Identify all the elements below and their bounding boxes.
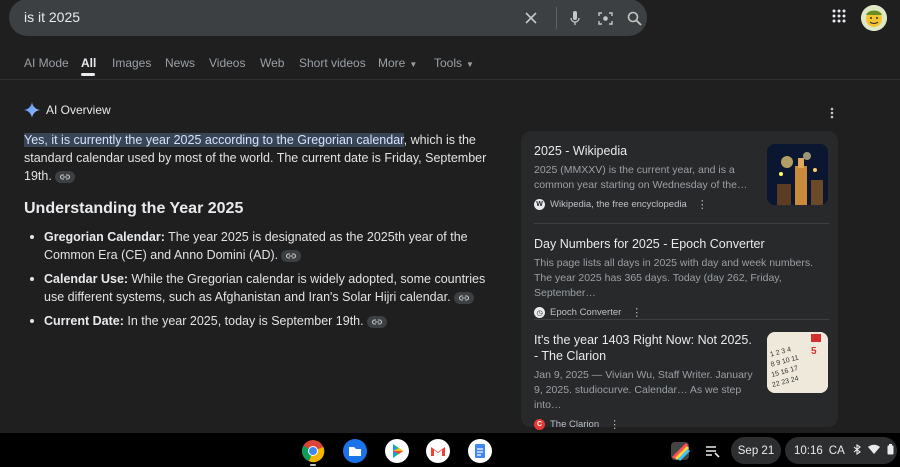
tab-more-label: More bbox=[378, 56, 406, 70]
source-card-wikipedia[interactable]: 2025 - Wikipedia 2025 (MMXXV) is the cur… bbox=[534, 143, 749, 211]
source-site: W Wikipedia, the free encyclopedia ⋮ bbox=[534, 198, 749, 211]
citation-link-chip[interactable] bbox=[453, 291, 474, 304]
list-item: Calendar Use: While the Gregorian calend… bbox=[30, 270, 490, 306]
ai-answer-text: Yes, it is currently the year 2025 accor… bbox=[24, 131, 494, 185]
citation-link-chip[interactable] bbox=[54, 170, 75, 183]
citation-link-chip[interactable] bbox=[366, 315, 387, 328]
search-bar[interactable]: is it 2025 bbox=[9, 0, 647, 36]
search-icon[interactable] bbox=[624, 8, 644, 28]
bullet-text: In the year 2025, today is September 19t… bbox=[123, 314, 364, 328]
tab-tools-label: Tools bbox=[434, 56, 463, 70]
files-app-icon[interactable] bbox=[343, 439, 367, 463]
tab-all[interactable]: All bbox=[81, 56, 96, 70]
gemini-sparkle-icon bbox=[24, 102, 40, 118]
link-icon bbox=[286, 253, 297, 259]
time-label: 10:16 bbox=[794, 444, 823, 457]
chrome-app-icon[interactable] bbox=[301, 439, 325, 463]
tab-news[interactable]: News bbox=[165, 56, 195, 70]
tab-tools[interactable]: Tools ▼ bbox=[434, 56, 474, 70]
tab-short-videos[interactable]: Short videos bbox=[299, 56, 366, 70]
source-title[interactable]: It's the year 1403 Right Now: Not 2025. … bbox=[534, 332, 759, 364]
source-card-the-clarion[interactable]: It's the year 1403 Right Now: Not 2025. … bbox=[534, 332, 759, 431]
clear-icon[interactable] bbox=[521, 8, 541, 28]
clock-favicon-icon: ◷ bbox=[534, 307, 545, 318]
caret-down-icon: ▼ bbox=[409, 60, 418, 69]
tab-ai-mode[interactable]: AI Mode bbox=[24, 56, 69, 70]
battery-icon bbox=[887, 443, 894, 458]
source-site-name: The Clarion bbox=[550, 419, 600, 430]
more-options-icon[interactable] bbox=[828, 106, 836, 119]
source-site-name: Epoch Converter bbox=[550, 307, 622, 318]
section-heading: Understanding the Year 2025 bbox=[24, 200, 244, 217]
source-thumbnail-calendar[interactable]: 1 2 3 4 8 9 10 11 15 16 17 22 23 24 5 bbox=[767, 332, 828, 393]
tabs-divider bbox=[0, 79, 900, 80]
list-item: Gregorian Calendar: The year 2025 is des… bbox=[30, 228, 490, 264]
source-site: ◷ Epoch Converter ⋮ bbox=[534, 306, 829, 319]
citation-link-chip[interactable] bbox=[281, 249, 302, 262]
wikipedia-favicon-icon: W bbox=[534, 199, 545, 210]
ai-overview-header: AI Overview bbox=[24, 102, 111, 118]
source-snippet: This page lists all days in 2025 with da… bbox=[534, 257, 813, 299]
bullet-term: Current Date: bbox=[44, 314, 124, 328]
source-thumbnail[interactable] bbox=[767, 144, 828, 205]
more-options-icon[interactable]: ⋮ bbox=[631, 306, 642, 319]
play-store-app-icon[interactable] bbox=[385, 439, 409, 463]
sources-panel: 2025 - Wikipedia 2025 (MMXXV) is the cur… bbox=[521, 131, 838, 431]
running-indicator bbox=[310, 464, 316, 466]
answer-highlight: Yes, it is currently the year 2025 accor… bbox=[24, 133, 404, 147]
more-options-icon[interactable]: ⋮ bbox=[697, 198, 708, 211]
screenshot-thumbnail-icon[interactable] bbox=[668, 439, 692, 463]
link-icon bbox=[371, 319, 382, 325]
camera-lens-icon[interactable] bbox=[595, 8, 615, 28]
svg-text:5: 5 bbox=[811, 346, 817, 357]
source-title[interactable]: 2025 - Wikipedia bbox=[534, 143, 749, 159]
tab-more[interactable]: More ▼ bbox=[378, 56, 417, 70]
source-site: C The Clarion ⋮ bbox=[534, 418, 759, 431]
clipboard-history-icon[interactable] bbox=[700, 439, 724, 463]
gmail-app-icon[interactable] bbox=[426, 439, 450, 463]
region-label: CA bbox=[828, 444, 845, 457]
wifi-icon bbox=[867, 444, 880, 457]
avatar[interactable] bbox=[861, 5, 887, 31]
tab-images[interactable]: Images bbox=[112, 56, 151, 70]
date-tray[interactable]: Sep 21 bbox=[731, 437, 781, 464]
link-icon bbox=[458, 295, 469, 301]
search-input[interactable]: is it 2025 bbox=[24, 9, 80, 25]
status-tray[interactable]: 10:16 CA bbox=[785, 437, 897, 464]
apps-grid-icon[interactable] bbox=[832, 9, 850, 27]
bluetooth-icon bbox=[853, 443, 861, 458]
source-divider bbox=[534, 319, 829, 320]
system-shelf: Sep 21 10:16 CA bbox=[0, 433, 900, 467]
source-snippet: 2025 (MMXXV) is the current year, and is… bbox=[534, 164, 748, 191]
list-item: Current Date: In the year 2025, today is… bbox=[30, 312, 490, 330]
tab-web[interactable]: Web bbox=[260, 56, 284, 70]
link-icon bbox=[59, 174, 70, 180]
more-options-icon[interactable]: ⋮ bbox=[609, 418, 620, 431]
clarion-favicon-icon: C bbox=[534, 419, 545, 430]
active-tab-indicator bbox=[81, 73, 95, 76]
source-card-epoch-converter[interactable]: Day Numbers for 2025 - Epoch Converter T… bbox=[534, 236, 829, 319]
search-divider bbox=[556, 7, 557, 29]
source-site-name: Wikipedia, the free encyclopedia bbox=[550, 199, 687, 210]
bullet-term: Calendar Use: bbox=[44, 272, 129, 286]
bullet-term: Gregorian Calendar: bbox=[44, 230, 165, 244]
ai-overview-label: AI Overview bbox=[46, 103, 111, 117]
microphone-icon[interactable] bbox=[565, 8, 585, 28]
source-snippet: Jan 9, 2025 — Vivian Wu, Staff Writer. J… bbox=[534, 369, 753, 411]
tab-videos[interactable]: Videos bbox=[209, 56, 245, 70]
caret-down-icon: ▼ bbox=[466, 60, 474, 69]
date-label: Sep 21 bbox=[737, 444, 775, 457]
bullet-list: Gregorian Calendar: The year 2025 is des… bbox=[30, 228, 490, 336]
source-divider bbox=[534, 223, 829, 224]
source-title[interactable]: Day Numbers for 2025 - Epoch Converter bbox=[534, 236, 829, 252]
docs-app-icon[interactable] bbox=[468, 439, 492, 463]
